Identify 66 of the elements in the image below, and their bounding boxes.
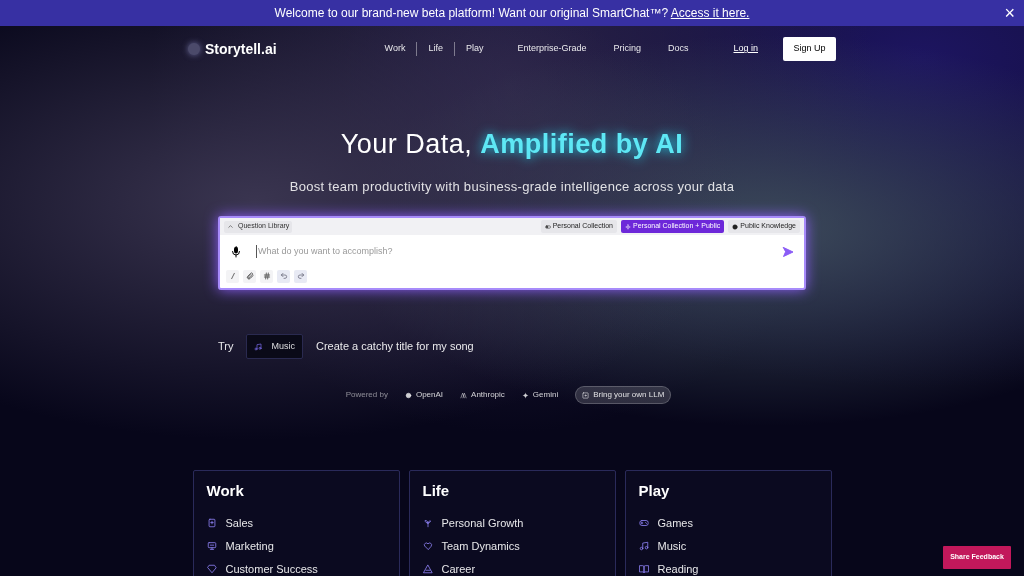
sprout-icon — [422, 518, 433, 528]
category-title: Play — [638, 481, 671, 501]
redo-icon — [296, 272, 305, 280]
sparkle-icon — [521, 391, 529, 399]
category-link[interactable]: Reading — [657, 560, 699, 576]
nav-link[interactable]: Docs — [668, 42, 689, 56]
category-link[interactable]: Sales — [225, 514, 254, 532]
hero-subtitle: Boost team productivity with business-grade intelligence across your data — [289, 177, 735, 196]
nav-link[interactable]: Life — [428, 42, 455, 56]
paperclip-icon — [245, 272, 254, 280]
prompt-input[interactable]: What do you want to accomplish? — [256, 244, 782, 259]
triangle-icon — [422, 564, 433, 574]
provider-name: Anthropic — [471, 389, 505, 401]
gamepad-icon — [638, 518, 649, 528]
category-link[interactable]: Marketing — [225, 537, 274, 555]
slash-icon — [228, 272, 237, 280]
announcement-text: Welcome to our brand-new beta platform! Want our original SmartChat™? Access it here. — [274, 5, 750, 22]
gem-icon — [206, 564, 217, 574]
redo-button[interactable] — [294, 269, 307, 283]
undo-button[interactable] — [277, 269, 290, 283]
signup-button[interactable]: Sign Up — [783, 37, 836, 61]
nav-link[interactable]: Pricing — [613, 42, 641, 56]
category-title: Life — [422, 481, 451, 501]
letter-a-icon — [460, 391, 468, 399]
send-button[interactable] — [782, 245, 794, 258]
undo-icon — [279, 272, 288, 280]
try-label: Try — [218, 339, 234, 355]
hash-button[interactable] — [260, 269, 273, 283]
heart-icon — [422, 541, 433, 551]
hash-icon — [262, 272, 271, 280]
paperclip-button[interactable] — [243, 269, 256, 283]
category-link[interactable]: Team Dynamics — [441, 537, 520, 555]
bring-your-own-llm-button[interactable]: Bring your own LLM — [575, 386, 672, 404]
provider-name: OpenAI — [415, 389, 444, 401]
powered-by-label: Powered by — [345, 389, 388, 401]
category-link[interactable]: Personal Growth — [441, 514, 524, 532]
nav-link[interactable]: Enterprise-Grade — [517, 42, 587, 56]
send-icon — [782, 245, 794, 258]
music-icon — [254, 342, 263, 351]
hero-title: Your Data, Amplified by AI — [340, 128, 684, 161]
category-link[interactable]: Career — [441, 560, 476, 576]
close-button[interactable]: × — [1004, 2, 1015, 24]
nav-link[interactable]: Play — [465, 42, 484, 56]
example-prompt[interactable]: Create a catchy title for my song — [316, 338, 474, 355]
sparkle-icon — [625, 223, 631, 230]
logo-text[interactable]: Storytell.ai — [205, 38, 277, 60]
logo-icon — [188, 43, 200, 55]
category-title: Work — [206, 481, 245, 501]
slash-button[interactable] — [226, 269, 239, 283]
toggle-icon — [544, 223, 551, 230]
nav-link[interactable]: Work — [384, 42, 418, 56]
access-link[interactable]: Access it here. — [670, 6, 750, 20]
monitor-icon — [206, 541, 217, 551]
provider-name: Gemini — [532, 389, 559, 401]
login-link[interactable]: Log in — [733, 42, 758, 56]
chevron-up-icon — [227, 223, 234, 230]
globe-icon — [732, 223, 739, 230]
category-link[interactable]: Games — [657, 514, 693, 532]
clipboard-icon — [206, 518, 217, 528]
microphone-icon — [230, 244, 242, 259]
category-link[interactable]: Customer Success — [225, 560, 318, 576]
category-link[interactable]: Music — [657, 537, 687, 555]
frame-icon — [582, 391, 590, 399]
category-chip[interactable]: Music — [246, 334, 303, 359]
music-icon — [638, 541, 649, 551]
book-icon — [638, 564, 649, 574]
